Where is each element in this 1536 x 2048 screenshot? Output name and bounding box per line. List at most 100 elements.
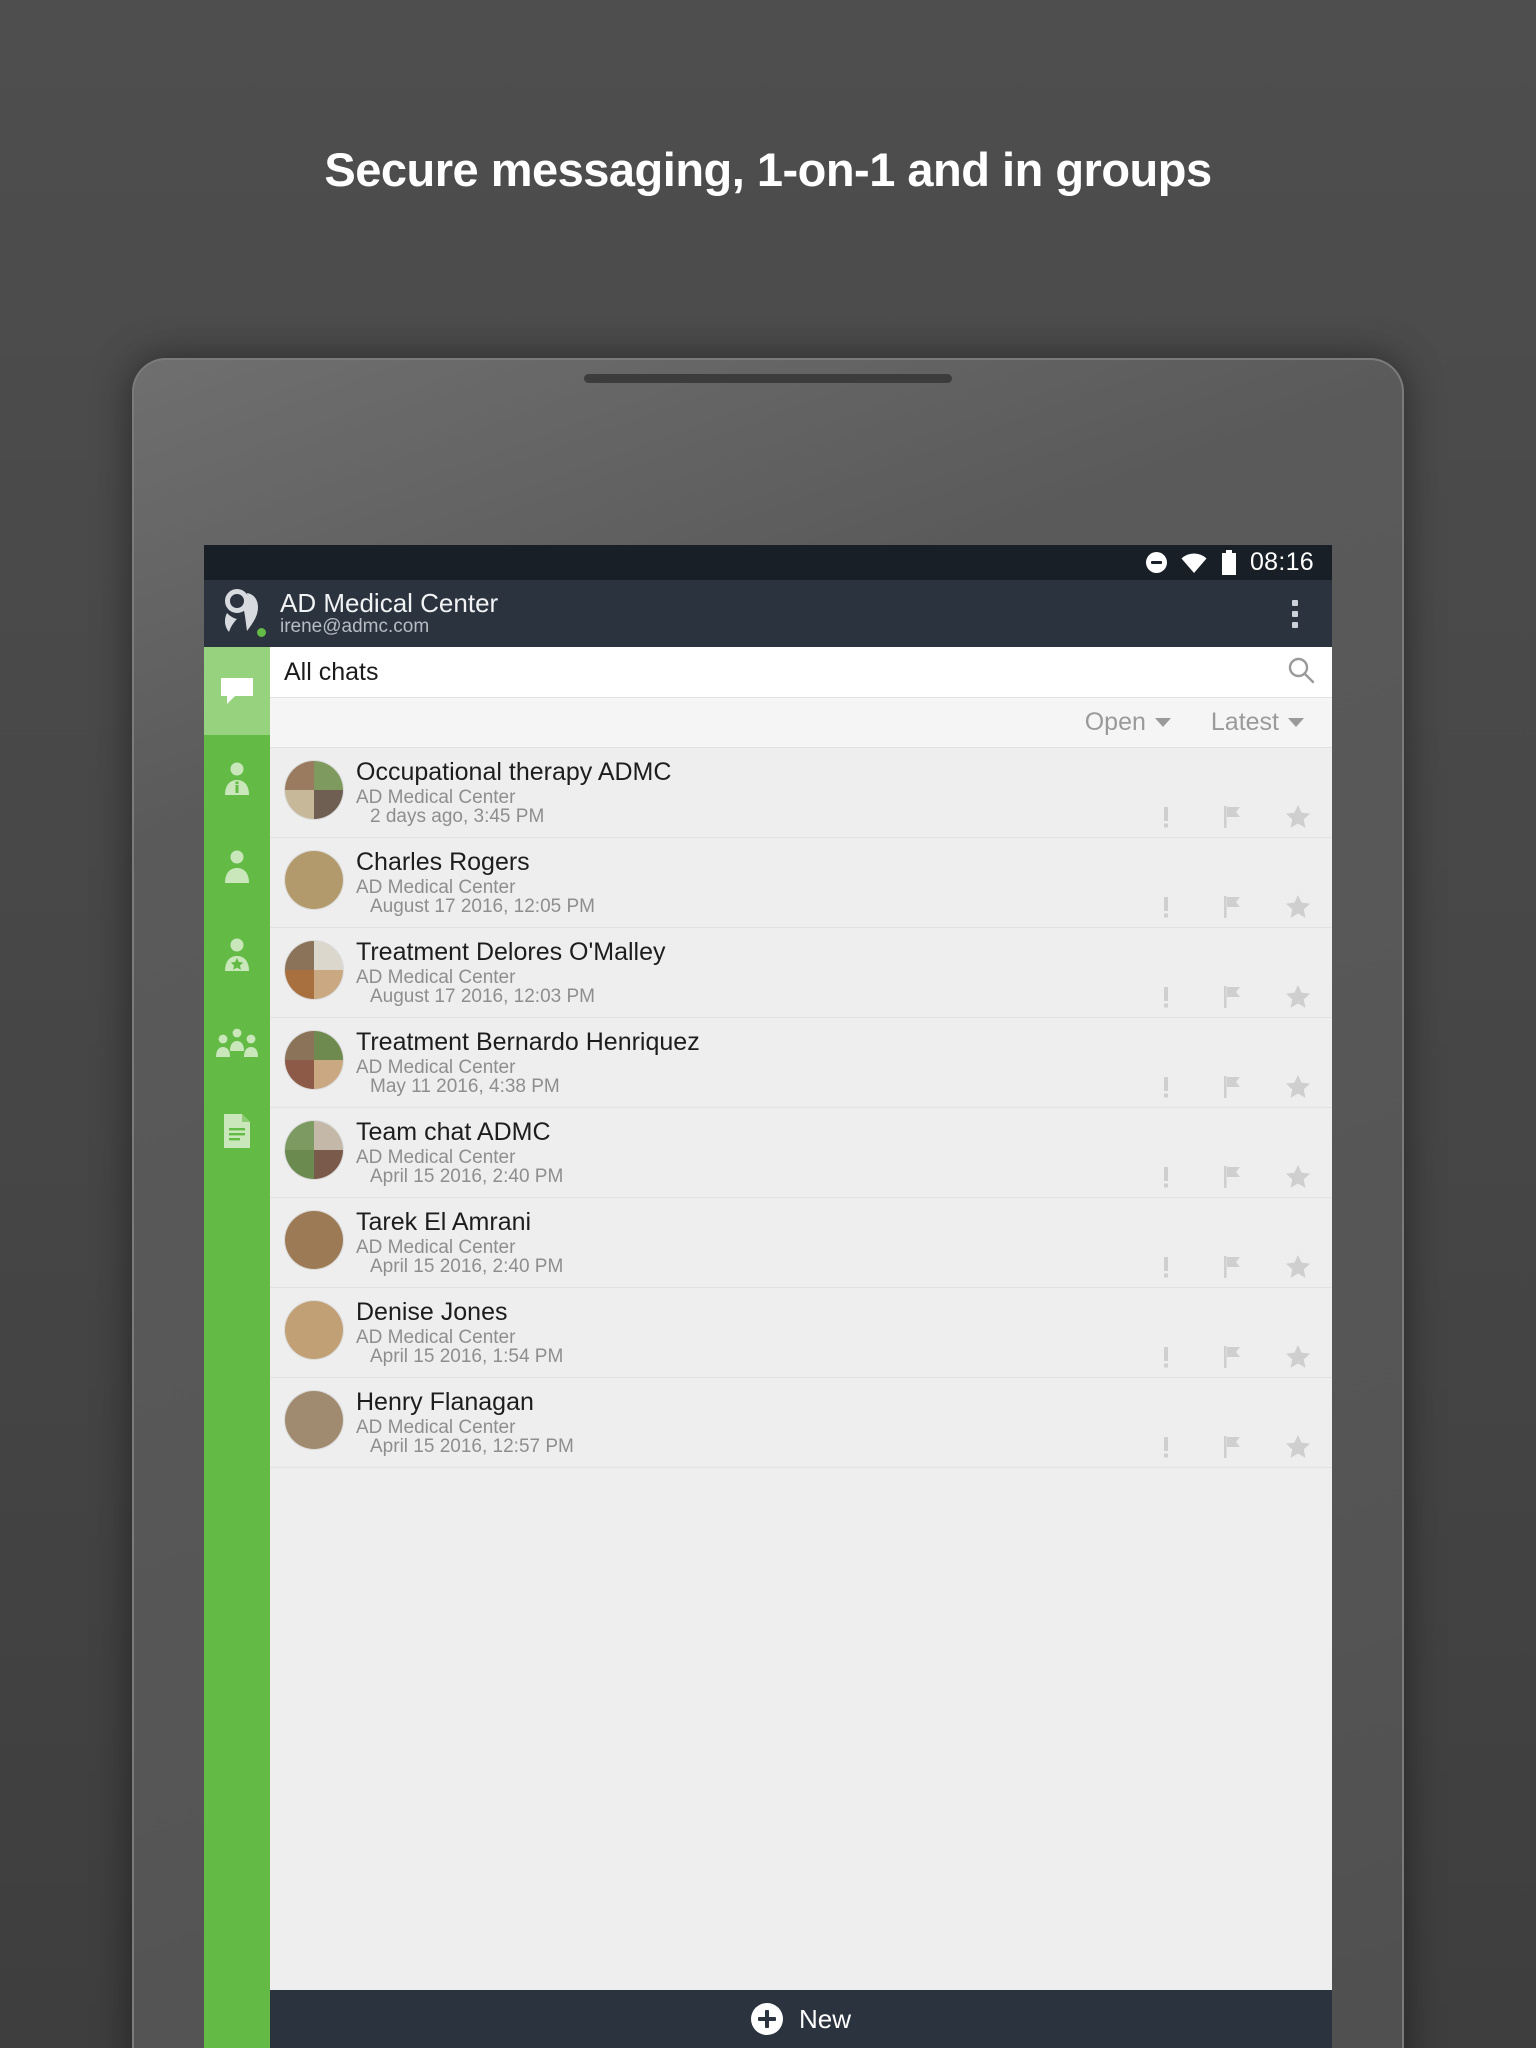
flag-action-icon[interactable] [1218, 1163, 1246, 1191]
chat-item-actions [1152, 893, 1312, 921]
flag-action-icon[interactable] [1218, 1343, 1246, 1371]
left-navigation-rail [204, 647, 270, 2048]
filter-sort-dropdown[interactable]: Latest [1211, 708, 1304, 737]
sidebar-item-favorites[interactable] [204, 911, 270, 999]
plus-circle-icon [750, 2003, 783, 2035]
people-group-icon [215, 1028, 259, 1058]
flag-action-icon[interactable] [1218, 1253, 1246, 1281]
chat-item-timestamp: August 17 2016, 12:05 PM [370, 896, 595, 917]
flag-action-icon[interactable] [1218, 803, 1246, 831]
avatar [284, 1300, 344, 1360]
priority-action-icon[interactable] [1152, 1433, 1180, 1461]
sidebar-item-documents[interactable] [204, 1087, 270, 1175]
priority-action-icon[interactable] [1152, 1343, 1180, 1371]
priority-action-icon[interactable] [1152, 983, 1180, 1011]
status-bar-clock: 08:16 [1249, 548, 1314, 576]
chat-item-text: Charles Rogers AD Medical Center [356, 848, 1332, 900]
chat-list-item[interactable]: Denise Jones AD Medical Center April 15 … [270, 1288, 1332, 1378]
person-info-icon [221, 762, 253, 796]
avatar [284, 1120, 344, 1180]
person-star-icon [221, 938, 253, 972]
person-icon [221, 850, 253, 884]
chat-item-timestamp: 2 days ago, 3:45 PM [370, 806, 545, 827]
sidebar-item-patient-info[interactable] [204, 735, 270, 823]
filter-status-label: Open [1084, 708, 1146, 736]
priority-action-icon[interactable] [1152, 803, 1180, 831]
chat-list-item[interactable]: Charles Rogers AD Medical Center August … [270, 838, 1332, 928]
chat-list-item[interactable]: Treatment Delores O'Malley AD Medical Ce… [270, 928, 1332, 1018]
organization-title: AD Medical Center [280, 588, 499, 619]
chat-item-actions [1152, 983, 1312, 1011]
device-screen: 08:16 AD Medical Center irene@admc.com A… [204, 545, 1332, 2048]
star-action-icon[interactable] [1284, 1163, 1312, 1191]
chat-item-timestamp: April 15 2016, 2:40 PM [370, 1166, 564, 1187]
chevron-down-icon [1154, 718, 1171, 727]
android-status-bar: 08:16 [204, 545, 1332, 580]
priority-action-icon[interactable] [1152, 1163, 1180, 1191]
chat-item-text: Henry Flanagan AD Medical Center [356, 1388, 1332, 1440]
search-input[interactable]: All chats [284, 658, 1286, 687]
sidebar-item-chats[interactable] [204, 647, 270, 735]
overflow-menu-icon[interactable] [1274, 599, 1316, 628]
promo-headline: Secure messaging, 1-on-1 and in groups [324, 143, 1212, 196]
flag-action-icon[interactable] [1218, 893, 1246, 921]
sidebar-item-groups[interactable] [204, 999, 270, 1087]
avatar [284, 1210, 344, 1270]
avatar [284, 760, 344, 820]
chat-list-item[interactable]: Team chat ADMC AD Medical Center April 1… [270, 1108, 1332, 1198]
chat-item-title: Denise Jones [356, 1298, 508, 1326]
chat-item-actions [1152, 1163, 1312, 1191]
chat-item-text: Occupational therapy ADMC AD Medical Cen… [356, 758, 1332, 810]
priority-action-icon[interactable] [1152, 893, 1180, 921]
search-icon[interactable] [1286, 655, 1316, 690]
chat-item-title: Henry Flanagan [356, 1388, 534, 1416]
speaker-slot [584, 374, 952, 383]
app-header: AD Medical Center irene@admc.com [204, 580, 1332, 647]
star-action-icon[interactable] [1284, 803, 1312, 831]
chat-item-text: Treatment Bernardo Henriquez AD Medical … [356, 1028, 1332, 1080]
chat-item-title: Treatment Bernardo Henriquez [356, 1028, 700, 1056]
star-action-icon[interactable] [1284, 1253, 1312, 1281]
sidebar-item-contacts[interactable] [204, 823, 270, 911]
flag-action-icon[interactable] [1218, 1433, 1246, 1461]
priority-action-icon[interactable] [1152, 1073, 1180, 1101]
chat-list-item[interactable]: Henry Flanagan AD Medical Center April 1… [270, 1378, 1332, 1468]
chat-item-actions [1152, 1253, 1312, 1281]
star-action-icon[interactable] [1284, 1073, 1312, 1101]
chat-item-actions [1152, 1343, 1312, 1371]
chat-list-item[interactable]: Treatment Bernardo Henriquez AD Medical … [270, 1018, 1332, 1108]
priority-action-icon[interactable] [1152, 1253, 1180, 1281]
chat-item-timestamp: April 15 2016, 1:54 PM [370, 1346, 564, 1367]
avatar [284, 940, 344, 1000]
chat-item-timestamp: May 11 2016, 4:38 PM [370, 1076, 560, 1097]
chat-item-timestamp: August 17 2016, 12:03 PM [370, 986, 595, 1007]
chat-item-text: Tarek El Amrani AD Medical Center [356, 1208, 1332, 1260]
star-action-icon[interactable] [1284, 1433, 1312, 1461]
star-action-icon[interactable] [1284, 983, 1312, 1011]
flag-action-icon[interactable] [1218, 1073, 1246, 1101]
chat-list-item[interactable]: Tarek El Amrani AD Medical Center April … [270, 1198, 1332, 1288]
avatar [284, 850, 344, 910]
promo-screenshot: Secure messaging, 1-on-1 and in groups 0… [0, 0, 1536, 2048]
filter-status-dropdown[interactable]: Open [1085, 708, 1171, 737]
chat-item-text: Treatment Delores O'Malley AD Medical Ce… [356, 938, 1332, 990]
account-email: irene@admc.com [280, 616, 430, 638]
do-not-disturb-icon [1145, 552, 1167, 573]
chat-item-title: Tarek El Amrani [356, 1208, 532, 1236]
chats-pane: All chats Open Latest Occupational thera… [270, 647, 1332, 2048]
chat-item-title: Team chat ADMC [356, 1118, 551, 1146]
chat-item-text: Team chat ADMC AD Medical Center [356, 1118, 1332, 1170]
search-bar[interactable]: All chats [270, 647, 1332, 698]
avatar [284, 1390, 344, 1450]
chat-item-actions [1152, 803, 1312, 831]
filter-bar: Open Latest [270, 698, 1332, 748]
flag-action-icon[interactable] [1218, 983, 1246, 1011]
star-action-icon[interactable] [1284, 893, 1312, 921]
chat-item-actions [1152, 1073, 1312, 1101]
chat-list-item[interactable]: Occupational therapy ADMC AD Medical Cen… [270, 748, 1332, 838]
star-action-icon[interactable] [1284, 1343, 1312, 1371]
new-chat-button[interactable]: New [270, 1990, 1332, 2048]
chat-list: Occupational therapy ADMC AD Medical Cen… [270, 748, 1332, 1990]
chat-item-timestamp: April 15 2016, 12:57 PM [370, 1436, 574, 1457]
chat-item-timestamp: April 15 2016, 2:40 PM [370, 1256, 564, 1277]
